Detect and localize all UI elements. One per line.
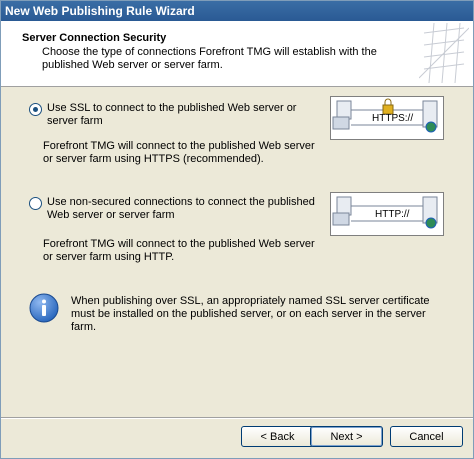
next-button[interactable]: Next > bbox=[310, 426, 383, 447]
ssl-info: When publishing over SSL, an appropriate… bbox=[29, 293, 441, 334]
http-radio[interactable] bbox=[29, 197, 42, 210]
ssl-radio-label[interactable]: Use SSL to connect to the published Web … bbox=[47, 102, 322, 128]
title-bar: New Web Publishing Rule Wizard bbox=[1, 1, 473, 21]
wizard-window: New Web Publishing Rule Wizard Server Co… bbox=[0, 0, 474, 459]
https-diagram: HTTPS:// bbox=[330, 96, 444, 140]
footer-divider bbox=[1, 417, 473, 419]
wizard-header: Server Connection Security Choose the ty… bbox=[1, 21, 473, 87]
page-subtitle: Choose the type of connections Forefront… bbox=[42, 46, 377, 71]
http-description: Forefront TMG will connect to the publis… bbox=[43, 238, 315, 263]
ssl-radio[interactable] bbox=[29, 103, 42, 116]
wizard-body: Use SSL to connect to the published Web … bbox=[1, 87, 473, 417]
ssl-option[interactable]: Use SSL to connect to the published Web … bbox=[29, 102, 322, 128]
http-radio-label[interactable]: Use non-secured connections to connect t… bbox=[47, 196, 322, 222]
http-diagram: HTTP:// bbox=[330, 192, 444, 236]
header-graphic-icon bbox=[419, 23, 469, 83]
ssl-description: Forefront TMG will connect to the publis… bbox=[43, 140, 315, 165]
info-icon bbox=[29, 293, 59, 323]
http-label: HTTP:// bbox=[375, 209, 410, 220]
https-label: HTTPS:// bbox=[372, 113, 414, 124]
window-title: New Web Publishing Rule Wizard bbox=[5, 4, 195, 18]
back-button[interactable]: < Back bbox=[241, 426, 314, 447]
page-title: Server Connection Security bbox=[22, 32, 167, 44]
info-text: When publishing over SSL, an appropriate… bbox=[71, 295, 430, 333]
cancel-button[interactable]: Cancel bbox=[390, 426, 463, 447]
http-option[interactable]: Use non-secured connections to connect t… bbox=[29, 196, 322, 222]
